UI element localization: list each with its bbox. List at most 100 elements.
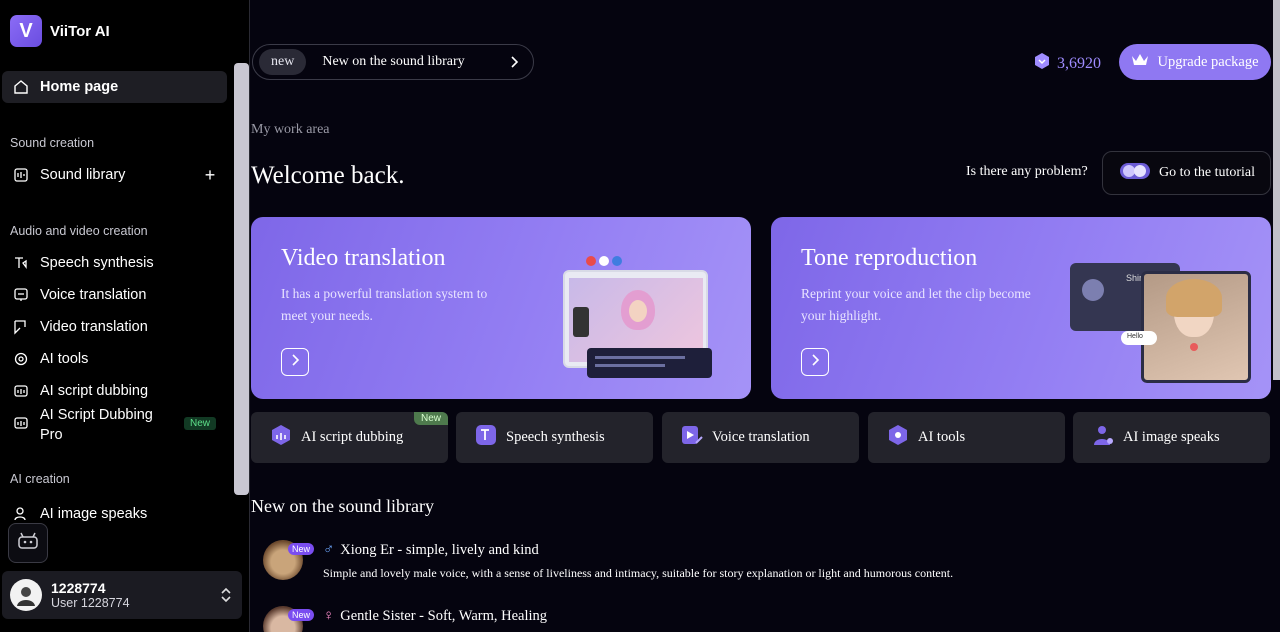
sidebar-item-home[interactable]: Home page: [2, 71, 227, 103]
brand-logo: V: [10, 15, 42, 47]
voice-name: Gentle Sister - Soft, Warm, Healing: [340, 608, 548, 624]
ai-image-speaks-icon: [1091, 423, 1115, 452]
female-icon: ♀: [323, 608, 335, 624]
brand[interactable]: V ViiTor AI: [10, 15, 110, 47]
voice-translation-icon: [680, 423, 704, 452]
sidebar-item-voice-translation[interactable]: Voice translation: [2, 279, 227, 311]
home-icon: [12, 78, 30, 96]
chevron-right-icon: [290, 353, 300, 372]
ai-tools-icon: [886, 423, 910, 452]
tool-label: AI script dubbing: [301, 429, 404, 445]
tutorial-button[interactable]: Go to the tutorial: [1102, 151, 1271, 195]
sound-library-icon: [12, 166, 30, 184]
robot-button[interactable]: [8, 523, 48, 563]
card-arrow-button[interactable]: [281, 348, 309, 376]
tool-label: Speech synthesis: [506, 429, 605, 445]
speech-synthesis-icon: [12, 254, 30, 272]
new-badge: New: [288, 609, 315, 621]
voice-title: ♀ Gentle Sister - Soft, Warm, Healing: [323, 608, 547, 625]
male-icon: ♂: [323, 542, 335, 558]
voice-item[interactable]: New ♂ Xiong Er - simple, lively and kind…: [263, 540, 1163, 590]
user-card[interactable]: 1228774 User 1228774: [2, 571, 242, 619]
sidebar-item-video-translation[interactable]: Video translation: [2, 311, 227, 343]
tool-ai-script-dubbing[interactable]: AI script dubbing New: [251, 412, 448, 463]
sidebar-item-label: AI image speaks: [40, 506, 148, 522]
work-area-label: My work area: [251, 122, 330, 137]
tool-label: AI tools: [918, 429, 966, 445]
sidebar-item-label: Video translation: [40, 319, 148, 335]
voice-description: Simple and lovely male voice, with a sen…: [323, 566, 954, 580]
problem-text: Is there any problem?: [966, 164, 1088, 179]
sidebar-item-label: AI script dubbing: [40, 383, 149, 399]
new-badge: New: [288, 543, 315, 555]
video-translation-card[interactable]: Video translation It has a powerful tran…: [251, 217, 751, 399]
chevron-updown-icon[interactable]: [220, 586, 232, 609]
credits-value: 3,6920: [1057, 54, 1101, 72]
speech-synthesis-icon: [474, 423, 498, 452]
sound-library-announcement[interactable]: new New on the sound library: [252, 44, 534, 80]
sidebar: V ViiTor AI Home page Sound creation Sou…: [0, 0, 250, 632]
voice-title: ♂ Xiong Er - simple, lively and kind: [323, 542, 539, 559]
tutorial-label: Go to the tutorial: [1159, 165, 1256, 180]
new-tag: new: [259, 49, 307, 75]
user-name: 1228774: [51, 579, 106, 596]
tool-ai-image-speaks[interactable]: AI image speaks: [1073, 412, 1270, 463]
tool-label: AI image speaks: [1123, 429, 1220, 445]
sidebar-item-ai-tools[interactable]: AI tools: [2, 343, 227, 375]
video-translation-icon: [12, 318, 30, 336]
avatar: [10, 579, 42, 611]
tone-reproduction-illustration: Shirt Hello: [1066, 257, 1266, 392]
crown-icon: [1131, 53, 1149, 72]
ai-tools-icon: [12, 350, 30, 368]
section-title: Sound creation: [10, 136, 95, 150]
sidebar-item-label: AI tools: [40, 351, 89, 367]
sidebar-scrollbar[interactable]: [234, 63, 249, 495]
ai-script-dubbing-icon: [12, 382, 30, 400]
ai-script-dubbing-pro-icon: [12, 414, 30, 432]
upgrade-label: Upgrade package: [1157, 53, 1259, 70]
overlay-text: Hello: [1127, 333, 1143, 340]
ai-script-dubbing-icon: [269, 423, 293, 452]
announcement-text: New on the sound library: [322, 54, 465, 69]
sidebar-item-speech-synthesis[interactable]: Speech synthesis: [2, 247, 227, 279]
main-area: new New on the sound library 3,6920 Upgr…: [251, 0, 1280, 632]
new-badge: New: [184, 417, 217, 430]
card-title: Tone reproduction: [801, 245, 978, 271]
ai-image-speaks-icon: [12, 505, 30, 523]
tool-voice-translation[interactable]: Voice translation: [662, 412, 859, 463]
card-title: Video translation: [281, 245, 446, 271]
new-badge: New: [413, 412, 448, 425]
voice-name: Xiong Er - simple, lively and kind: [340, 542, 539, 558]
sidebar-item-label: Home page: [40, 79, 119, 95]
tool-ai-tools[interactable]: AI tools: [868, 412, 1065, 463]
tone-reproduction-card[interactable]: Tone reproduction Reprint your voice and…: [771, 217, 1271, 399]
section-title: AI creation: [10, 472, 70, 486]
section-title: Audio and video creation: [10, 224, 148, 238]
voice-item[interactable]: New ♀ Gentle Sister - Soft, Warm, Healin…: [263, 606, 1163, 632]
page-title: Welcome back.: [251, 162, 405, 189]
card-arrow-button[interactable]: [801, 348, 829, 376]
chevron-right-icon: [810, 353, 820, 372]
main-scrollbar[interactable]: [1273, 0, 1280, 380]
sidebar-item-sound-library[interactable]: Sound library: [2, 159, 227, 191]
diamond-icon: [1033, 52, 1051, 75]
video-translation-illustration: [551, 252, 721, 387]
voice-translation-icon: [12, 286, 30, 304]
brand-name: ViiTor AI: [50, 22, 110, 40]
card-description: It has a powerful translation system to …: [281, 286, 488, 323]
sidebar-item-label: Speech synthesis: [40, 255, 154, 271]
card-description: Reprint your voice and let the clip beco…: [801, 286, 1031, 323]
tool-label: Voice translation: [712, 429, 810, 445]
sidebar-item-label: Voice translation: [40, 287, 147, 303]
section-title: New on the sound library: [251, 496, 434, 516]
sidebar-item-label: AI Script Dubbing Pro: [40, 407, 153, 443]
sidebar-item-ai-script-dubbing[interactable]: AI script dubbing: [2, 375, 227, 407]
sidebar-item-label: Sound library: [40, 167, 126, 183]
upgrade-package-button[interactable]: Upgrade package: [1119, 44, 1271, 80]
credits-balance: 3,6920: [1033, 52, 1101, 75]
robot-icon: [17, 532, 39, 555]
add-sound-button[interactable]: +: [200, 165, 220, 185]
chevron-right-icon: [509, 55, 519, 74]
tool-speech-synthesis[interactable]: Speech synthesis: [456, 412, 653, 463]
user-subtitle: User 1228774: [51, 595, 130, 610]
